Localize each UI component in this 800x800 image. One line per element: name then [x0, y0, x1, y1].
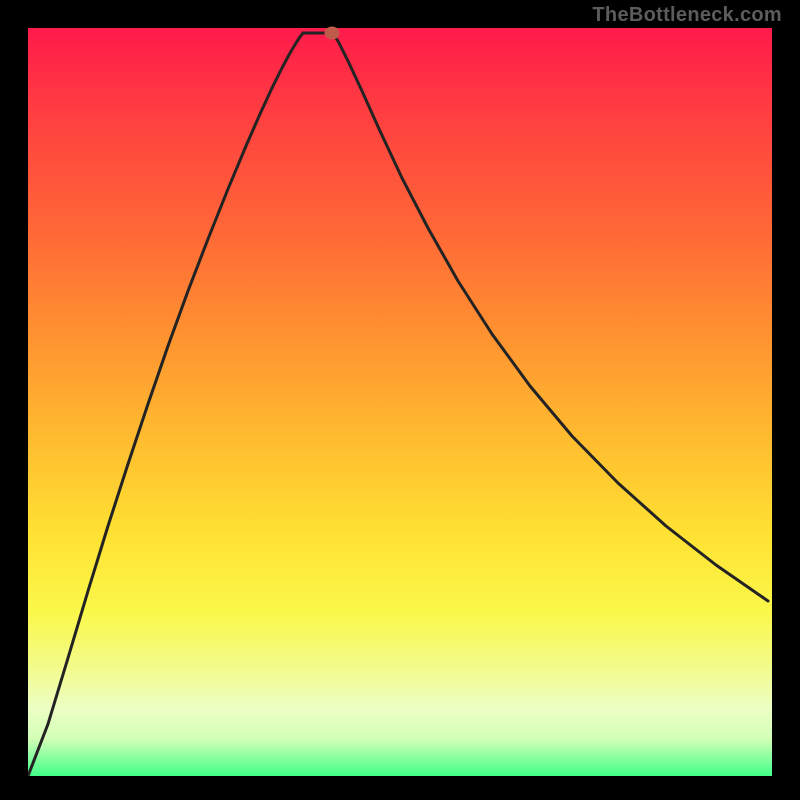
left-curve-path	[28, 33, 303, 776]
right-curve-path	[332, 33, 768, 601]
plot-area	[28, 28, 772, 776]
watermark-text: TheBottleneck.com	[592, 4, 782, 27]
curve-svg	[28, 28, 772, 776]
chart-root: TheBottleneck.com	[0, 0, 800, 800]
bottom-marker	[325, 27, 340, 40]
